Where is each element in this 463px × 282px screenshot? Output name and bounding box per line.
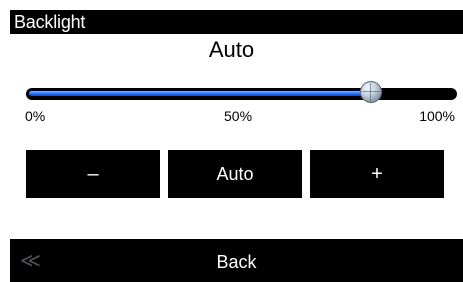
decrease-button[interactable]: – [26,150,160,198]
increase-button[interactable]: + [310,150,444,198]
slider-mid-label: 50% [224,108,253,124]
title-bar: Backlight [10,10,463,34]
backlight-mode-label: Auto [208,37,255,62]
slider-min-label: 0% [25,108,46,124]
back-button[interactable]: ≪ Back [10,239,463,282]
auto-button[interactable]: Auto [168,150,302,198]
slider-max-label: 100% [419,108,455,124]
page-title: Backlight [14,12,86,32]
back-label: Back [216,252,257,272]
slider-fill [29,91,371,96]
slider-thumb[interactable] [360,81,382,103]
backlight-slider[interactable] [26,81,457,105]
